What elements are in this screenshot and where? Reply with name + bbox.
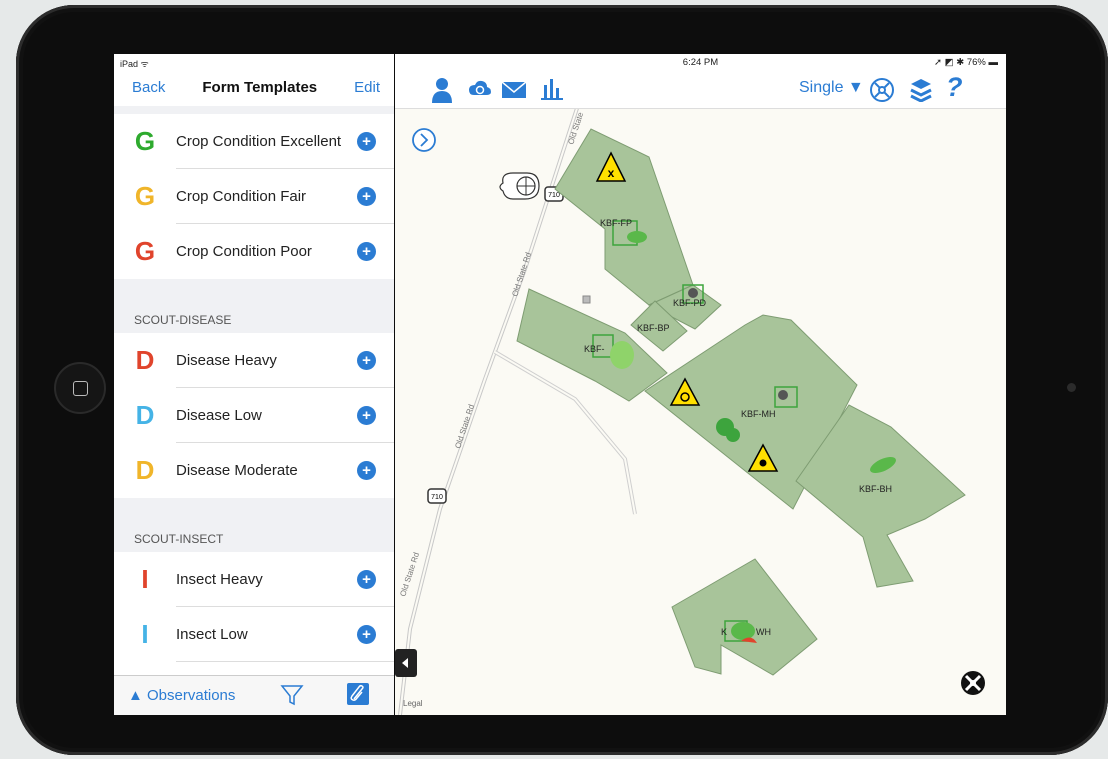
template-label: Disease Heavy — [176, 352, 277, 369]
template-label: Disease Low — [176, 407, 262, 424]
svg-text:x: x — [608, 166, 615, 180]
observations-button[interactable]: ▲ Observations — [128, 687, 235, 704]
field-kbf-wh[interactable] — [671, 558, 818, 676]
form-templates-panel: iPad ᯤ Back Form Templates Edit SCOUT-CO… — [114, 54, 394, 715]
page-title: Form Templates — [202, 78, 318, 96]
add-icon[interactable]: + — [357, 461, 376, 480]
template-letter: G — [134, 126, 156, 156]
route-number: 710 — [548, 192, 560, 199]
filter-icon[interactable] — [280, 684, 304, 706]
expand-arrow-icon[interactable] — [412, 128, 436, 152]
add-icon[interactable]: + — [357, 242, 376, 261]
edit-button[interactable]: Edit — [354, 79, 380, 96]
template-label: Crop Condition Poor — [176, 243, 312, 260]
field-label: KBF-PD — [673, 298, 707, 308]
list-item[interactable]: G Crop Condition Poor + — [114, 224, 394, 279]
form-template-list[interactable]: SCOUT-CONDITION G Crop Condition Excelle… — [114, 106, 394, 675]
battery-status: ➚ ◩ ✱ 76% ▬ — [934, 57, 998, 68]
template-letter: D — [135, 400, 155, 430]
camera — [1067, 383, 1076, 392]
sync-icon[interactable] — [468, 79, 492, 101]
paperclip-icon[interactable] — [347, 683, 369, 705]
help-button[interactable]: ? — [946, 72, 963, 103]
section-header-scout-insect: SCOUT-INSECT — [114, 498, 394, 552]
field-map[interactable]: Old State Old State Rd Old State Rd Old … — [395, 109, 1006, 715]
bottom-toolbar: ▲ Observations — [114, 675, 394, 715]
field-label: KBF-MH — [741, 409, 776, 419]
section-header-scout-disease: SCOUT-DISEASE — [114, 279, 394, 333]
status-bar: 6:24 PM ➚ ◩ ✱ 76% ▬ — [395, 54, 1006, 71]
field-label: KBF-FP — [600, 218, 632, 228]
location-pin-icon[interactable] — [499, 172, 540, 200]
home-button[interactable] — [54, 362, 106, 414]
template-letter: D — [135, 345, 155, 375]
template-label: Insect Heavy — [176, 571, 263, 588]
template-label: Disease Moderate — [176, 462, 298, 479]
home-square-icon — [73, 381, 88, 396]
map-point-marker — [582, 295, 591, 304]
collapse-panel-button[interactable] — [395, 649, 417, 677]
legal-link[interactable]: Legal — [403, 699, 423, 708]
list-item[interactable]: G Crop Condition Fair + — [114, 169, 394, 224]
selection-mode-dropdown[interactable]: Single ▼ — [799, 79, 864, 97]
add-icon[interactable]: + — [357, 187, 376, 206]
add-icon[interactable]: + — [357, 406, 376, 425]
field-label: WH — [756, 627, 771, 637]
template-letter: G — [134, 236, 156, 266]
field-label: KBF-BH — [859, 484, 892, 494]
add-icon[interactable]: + — [357, 132, 376, 151]
user-icon[interactable] — [431, 77, 453, 103]
template-letter: D — [135, 455, 155, 485]
add-icon[interactable]: + — [357, 351, 376, 370]
list-item[interactable]: I Insect Low + — [114, 607, 394, 662]
bar-chart-icon[interactable] — [541, 77, 563, 101]
field-kbf-fp[interactable] — [554, 128, 694, 306]
list-item[interactable]: D Disease Heavy + — [114, 333, 394, 388]
list-item[interactable]: D Disease Moderate + — [114, 443, 394, 498]
add-icon[interactable]: + — [357, 625, 376, 644]
divider — [176, 661, 394, 662]
template-letter: I — [141, 564, 149, 594]
template-label: Insect Low — [176, 626, 248, 643]
mail-icon[interactable] — [501, 81, 527, 99]
map-panel: 6:24 PM ➚ ◩ ✱ 76% ▬ Single ▼ ? Old State… — [395, 54, 1006, 715]
add-icon[interactable]: + — [357, 570, 376, 589]
template-label: Crop Condition Excellent — [176, 133, 342, 150]
template-letter: I — [141, 619, 149, 649]
status-time: 6:24 PM — [682, 57, 719, 68]
route-number: 710 — [431, 494, 443, 501]
list-item[interactable]: G Crop Condition Excellent + — [114, 114, 394, 169]
compass-icon[interactable] — [869, 77, 895, 103]
field-label: KBF-BP — [637, 323, 670, 333]
field-label: KBF- — [584, 344, 605, 354]
template-label: Crop Condition Fair — [176, 188, 307, 205]
layers-icon[interactable] — [909, 78, 933, 102]
navbar: Back Form Templates Edit — [114, 68, 394, 106]
tools-icon[interactable] — [961, 671, 985, 695]
back-button[interactable]: Back — [132, 79, 165, 96]
map-toolbar: Single ▼ ? — [395, 71, 1006, 109]
list-item[interactable]: I Insect Heavy + — [114, 552, 394, 607]
list-item[interactable]: D Disease Low + — [114, 388, 394, 443]
template-letter: G — [134, 181, 156, 211]
section-header-scout-condition: SCOUT-CONDITION — [114, 106, 394, 114]
field-label: K — [721, 627, 727, 637]
route-shield: 710 — [427, 488, 447, 504]
